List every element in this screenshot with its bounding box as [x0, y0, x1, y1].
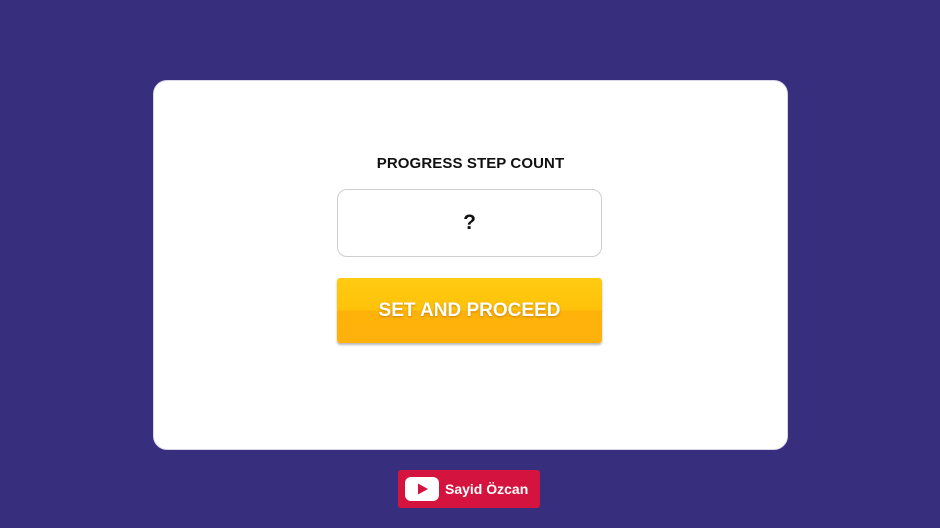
step-count-input[interactable] [337, 189, 602, 257]
set-and-proceed-button[interactable]: SET AND PROCEED [337, 278, 602, 343]
channel-name: Sayid Özcan [445, 481, 529, 497]
settings-card: PROGRESS STEP COUNT SET AND PROCEED [153, 80, 788, 450]
step-count-label: PROGRESS STEP COUNT [376, 155, 565, 172]
youtube-play-icon [405, 477, 439, 501]
youtube-channel-badge[interactable]: Sayid Özcan [398, 470, 540, 508]
